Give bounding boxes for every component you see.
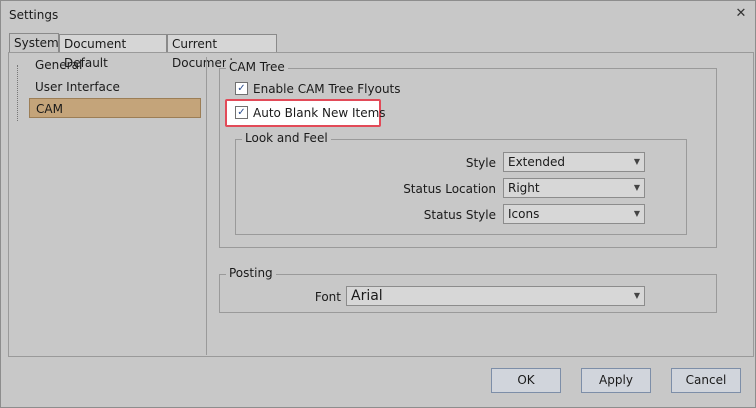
title-bar: Settings ✕ [1,1,755,29]
tree-connector [17,65,19,121]
auto-blank-checkbox[interactable]: ✓ [235,106,248,119]
font-dropdown[interactable]: Arial ▼ [346,286,645,306]
auto-blank-option[interactable]: ✓ Auto Blank New Items [235,104,386,122]
enable-flyouts-checkbox[interactable]: ✓ [235,82,248,95]
chevron-down-icon: ▼ [633,183,640,192]
window-title: Settings [9,8,59,22]
chevron-down-icon: ▼ [633,291,640,300]
auto-blank-label: Auto Blank New Items [253,106,386,120]
look-and-feel-legend: Look and Feel [242,131,331,145]
cam-tree-legend: CAM Tree [226,60,288,74]
status-location-label: Status Location [403,182,496,196]
close-icon[interactable]: ✕ [733,6,749,22]
tab-system[interactable]: System [9,33,59,53]
settings-dialog: Settings ✕ System Document Default Curre… [0,0,756,408]
style-dropdown[interactable]: Extended ▼ [503,152,645,172]
tree-item-user-interface[interactable]: User Interface [29,77,120,97]
chevron-down-icon: ▼ [633,157,640,166]
style-label: Style [465,156,496,170]
status-location-dropdown[interactable]: Right ▼ [503,178,645,198]
status-location-value: Right [508,181,540,195]
status-style-dropdown[interactable]: Icons ▼ [503,204,645,224]
tab-current-document[interactable]: Current Document [167,34,277,70]
style-value: Extended [508,155,565,169]
chevron-down-icon: ▼ [633,209,640,218]
apply-button[interactable]: Apply [581,368,651,393]
status-style-label: Status Style [423,208,496,222]
ok-button[interactable]: OK [491,368,561,393]
status-style-value: Icons [508,207,540,221]
posting-legend: Posting [226,266,276,280]
font-value: Arial [351,288,383,304]
enable-flyouts-option[interactable]: ✓ Enable CAM Tree Flyouts [235,80,401,98]
splitter[interactable] [206,57,207,355]
enable-flyouts-label: Enable CAM Tree Flyouts [253,82,401,96]
font-label: Font [314,290,341,304]
tree-item-cam[interactable]: CAM [29,98,201,118]
tab-document-default[interactable]: Document Default [59,34,167,70]
tree-item-general[interactable]: General [29,55,82,75]
cancel-button[interactable]: Cancel [671,368,741,393]
